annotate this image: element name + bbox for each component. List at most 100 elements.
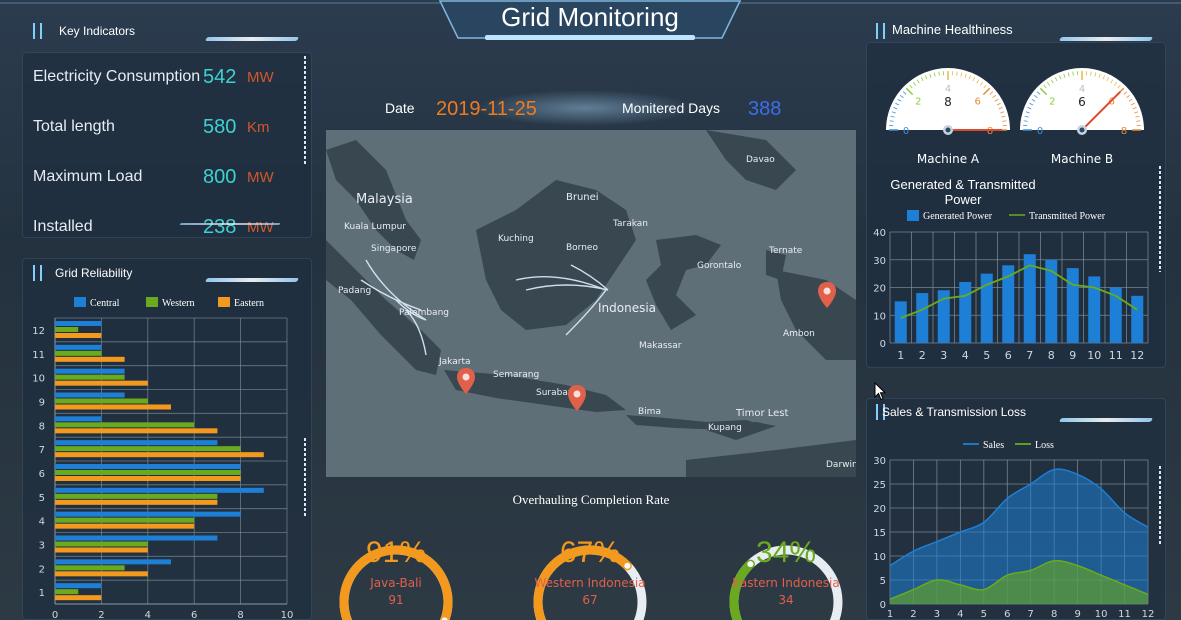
x-tick-label: 3 [934, 609, 940, 620]
map-pin-east-indonesia[interactable] [818, 282, 836, 308]
x-tick-label: 10 [1087, 349, 1101, 362]
completion-gauges: 91% Java-Bali 91 67% Western Indonesia 67 34% E… [339, 536, 843, 620]
power-chart-title-1: Generated & Transmitted [890, 177, 1036, 192]
reliability-bar [55, 535, 218, 541]
reliability-bar [55, 416, 102, 422]
kpi-value-installed: 238 [203, 216, 237, 238]
power-chart: Generated Power Transmitted Power 0 10 20 30 4… [873, 210, 1149, 362]
gauge-hub-center [945, 127, 951, 133]
x-tick-label: 3 [940, 349, 947, 362]
key-indicators-title-mark [33, 23, 42, 39]
reliability-bar [55, 595, 102, 601]
map-canvas[interactable] [326, 130, 856, 477]
completion-percent: 67% [560, 536, 620, 569]
y-tick-label: 4 [39, 517, 45, 528]
gauge-value: 6 [1078, 95, 1086, 109]
map-label: Ternate [769, 246, 803, 256]
y-tick-label: 30 [873, 256, 886, 267]
y-tick-label: 1 [39, 588, 45, 599]
key-indicators-deco [204, 37, 300, 41]
legend-label: Loss [1035, 440, 1054, 451]
map-label: Palembang [399, 308, 449, 318]
gauge-tick-label: 2 [1049, 96, 1055, 107]
map-pin-west-indonesia[interactable] [568, 385, 586, 411]
reliability-bar [55, 392, 125, 398]
completion-knob [624, 562, 631, 569]
kpi-unit-installed: MW [247, 219, 274, 236]
completion-number: 34 [778, 593, 793, 607]
reliability-bar [55, 350, 102, 356]
reliability-bar [55, 398, 148, 404]
power-bar [1131, 295, 1144, 343]
reliability-bar [55, 547, 148, 553]
power-bar [916, 293, 929, 343]
machine-gauges: 024688Machine A024686Machine B [886, 68, 1144, 166]
map-label: Gorontalo [697, 261, 742, 271]
x-tick-label: 4 [145, 610, 151, 620]
completion-knob [747, 561, 754, 568]
y-tick-label: 20 [873, 284, 886, 295]
map-pin-java-bali[interactable] [457, 368, 475, 394]
x-tick-label: 10 [1095, 609, 1108, 620]
map-label: Indonesia [598, 301, 657, 315]
y-tick-label: 10 [873, 311, 886, 322]
kpi-label-consumption: Electricity Consumption [33, 68, 201, 85]
y-tick-label: 0 [880, 339, 886, 350]
key-indicators-scrollbar[interactable] [304, 56, 306, 164]
gauge-name: Machine B [1051, 152, 1113, 166]
y-tick-label: 5 [880, 576, 886, 587]
legend-label: Transmitted Power [1029, 211, 1106, 222]
x-tick-label: 11 [1109, 349, 1123, 362]
x-tick-label: 8 [1048, 349, 1055, 362]
gauge-value: 8 [944, 95, 952, 109]
completion-name: Java-Bali [369, 576, 422, 590]
gauge-tick-label: 0 [1037, 126, 1043, 137]
key-indicators-title: Key Indicators [59, 24, 136, 38]
y-tick-label: 8 [39, 421, 45, 432]
reliability-bar [55, 583, 102, 589]
legend-label: Western [162, 298, 195, 309]
completion-name: Eastern Indonesia [732, 576, 839, 590]
page-title: Grid Monitoring [501, 2, 679, 32]
map-label: Malaysia [356, 192, 413, 207]
reliability-bar [55, 464, 241, 469]
reliability-bar [55, 356, 125, 362]
y-tick-label: 9 [39, 397, 45, 408]
reliability-bar [55, 511, 241, 517]
map-label: Darwin [826, 460, 856, 470]
gauge-tick-label: 2 [915, 96, 921, 107]
x-tick-label: 1 [897, 349, 904, 362]
kpi-value-length: 580 [203, 116, 237, 138]
y-tick-label: 10 [32, 374, 45, 385]
x-tick-label: 9 [1069, 349, 1076, 362]
x-tick-label: 12 [1130, 349, 1144, 362]
y-tick-label: 40 [873, 228, 886, 239]
map-view[interactable]: Malaysia Kuala Lumpur Singapore Brunei Kuchi… [326, 130, 856, 477]
y-tick-label: 30 [873, 456, 886, 467]
y-tick-label: 0 [880, 600, 886, 611]
reliability-bar [55, 523, 195, 529]
x-tick-label: 6 [1005, 349, 1012, 362]
monitored-days-value: 388 [748, 98, 782, 120]
machine-healthiness-title: Machine Healthiness [892, 22, 1013, 37]
map-label: Kupang [708, 423, 742, 433]
reliability-bar [55, 321, 102, 326]
legend-swatch [74, 297, 86, 307]
x-tick-label: 1 [887, 609, 893, 620]
gauge-tick-label: 8 [987, 126, 993, 137]
reliability-bar [55, 344, 102, 350]
map-label: Borneo [566, 243, 598, 253]
map-label: Singapore [371, 244, 417, 254]
reliability-bar [55, 559, 171, 565]
monitored-days-label: Monitered Days [622, 100, 721, 116]
sales-loss-title: Sales & Transmission Loss [882, 405, 1027, 419]
x-tick-label: 11 [1118, 609, 1131, 620]
completion-number: 91 [388, 593, 403, 607]
x-tick-label: 5 [983, 349, 990, 362]
completion-title: Overhauling Completion Rate [512, 492, 670, 507]
y-tick-label: 20 [873, 504, 886, 515]
gauge-tick-label: 8 [1121, 126, 1127, 137]
kpi-label-length: Total length [33, 118, 115, 135]
map-label: Timor Lest [736, 408, 789, 419]
gauge-name: Machine A [917, 152, 980, 166]
